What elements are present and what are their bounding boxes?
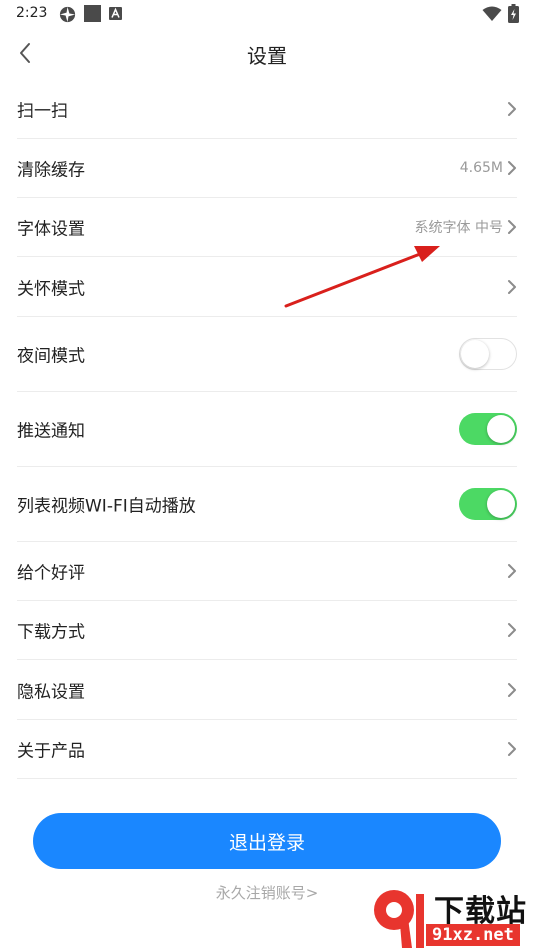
setting-control — [459, 413, 517, 445]
chevron-right-icon — [508, 102, 516, 116]
setting-control: 系统字体 中号 — [415, 217, 517, 237]
chevron-right-icon — [508, 564, 516, 578]
setting-label: 推送通知 — [17, 421, 85, 442]
status-bar: 2:23 — [0, 0, 534, 28]
toggle-switch-night-mode[interactable] — [459, 338, 517, 370]
setting-row-rate[interactable]: 给个好评 — [17, 542, 517, 601]
setting-label: 夜间模式 — [17, 346, 85, 367]
setting-control — [507, 279, 517, 295]
setting-row-privacy[interactable]: 隐私设置 — [17, 660, 517, 720]
setting-value: 4.65M — [459, 160, 503, 176]
toggle-knob — [487, 415, 515, 443]
setting-label: 下载方式 — [17, 622, 85, 643]
setting-label: 清除缓存 — [17, 160, 85, 181]
wifi-icon — [482, 6, 502, 21]
setting-row-night-mode[interactable]: 夜间模式 — [17, 317, 517, 392]
watermark: 下载站 91xz.net — [364, 886, 534, 950]
setting-label: 字体设置 — [17, 219, 85, 240]
chevron-right-icon — [508, 161, 516, 175]
nav-bar: 设置 — [0, 28, 534, 80]
watermark-logo-icon — [374, 890, 424, 948]
chevron-right-icon — [508, 742, 516, 756]
chevron-right-icon — [508, 682, 516, 697]
status-time: 2:23 — [16, 5, 48, 21]
square-notification-icon — [84, 5, 101, 22]
setting-row-clear-cache[interactable]: 清除缓存 4.65M — [17, 139, 517, 198]
setting-row-about[interactable]: 关于产品 — [17, 720, 517, 779]
setting-label: 扫一扫 — [17, 101, 68, 122]
setting-value: 系统字体 中号 — [414, 220, 503, 236]
toggle-knob — [487, 490, 515, 518]
toggle-knob — [461, 339, 489, 368]
setting-control: 4.65M — [460, 160, 517, 176]
logout-button[interactable]: 退出登录 — [33, 813, 501, 869]
setting-row-scan[interactable]: 扫一扫 — [17, 80, 517, 139]
aperture-icon — [59, 6, 76, 23]
toggle-switch-push[interactable] — [459, 413, 517, 445]
setting-row-wifi-autoplay[interactable]: 列表视频WI-FI自动播放 — [17, 467, 517, 542]
setting-row-font[interactable]: 字体设置 系统字体 中号 — [17, 198, 517, 257]
setting-row-care-mode[interactable]: 关怀模式 — [17, 257, 517, 317]
setting-control — [459, 488, 517, 520]
setting-control — [507, 563, 517, 579]
setting-control — [507, 101, 517, 117]
setting-label: 隐私设置 — [17, 682, 85, 702]
setting-control — [507, 741, 517, 757]
setting-label: 给个好评 — [17, 563, 85, 584]
page-title: 设置 — [247, 44, 287, 68]
toggle-switch-wifi-autoplay[interactable] — [459, 488, 517, 520]
setting-label: 关于产品 — [17, 741, 85, 762]
font-a-icon — [109, 7, 122, 20]
chevron-right-icon — [508, 220, 516, 234]
setting-control — [507, 682, 517, 698]
setting-row-push[interactable]: 推送通知 — [17, 392, 517, 467]
setting-control — [507, 622, 517, 638]
setting-label: 关怀模式 — [17, 279, 85, 299]
setting-label: 列表视频WI-FI自动播放 — [17, 496, 196, 517]
battery-charging-icon — [508, 4, 519, 23]
watermark-domain: 91xz.net — [426, 924, 520, 946]
chevron-right-icon — [508, 623, 516, 637]
chevron-right-icon — [508, 279, 516, 294]
setting-row-download-method[interactable]: 下载方式 — [17, 601, 517, 660]
setting-control — [459, 338, 517, 370]
settings-list: 扫一扫清除缓存 4.65M 字体设置 系统字体 中号关怀模式夜间模式推送通知列表视频W… — [0, 80, 534, 779]
